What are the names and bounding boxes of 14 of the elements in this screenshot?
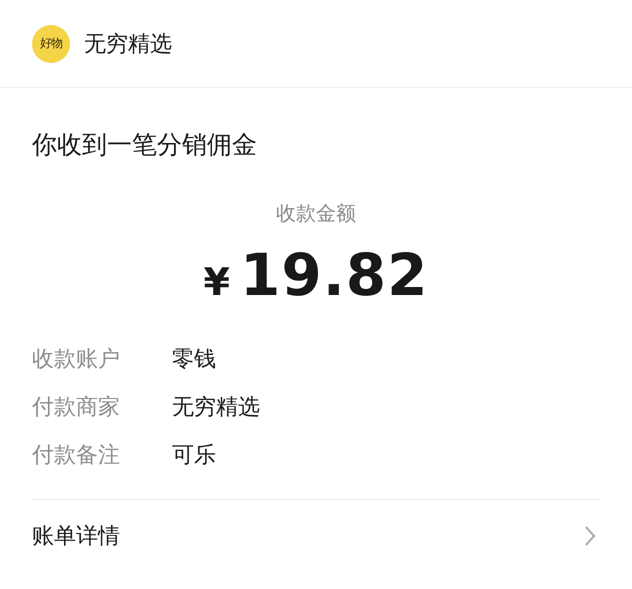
- account-name: 无穷精选: [84, 30, 172, 58]
- detail-label: 付款商家: [32, 394, 121, 422]
- detail-value: 零钱: [172, 346, 216, 374]
- detail-value: 可乐: [172, 442, 216, 470]
- detail-label: 付款备注: [32, 442, 121, 470]
- logo-icon: 好物: [32, 24, 70, 62]
- bill-details-link[interactable]: 账单详情: [32, 500, 600, 572]
- detail-value: 无穷精选: [172, 394, 260, 422]
- currency-symbol: ¥: [204, 260, 230, 304]
- message-title: 你收到一笔分销佣金: [32, 129, 258, 161]
- amount-label: 收款金额: [275, 200, 357, 227]
- detail-label: 收款账户: [32, 346, 121, 374]
- chevron-right-icon: [584, 525, 596, 547]
- amount-value: 19.82: [240, 241, 428, 309]
